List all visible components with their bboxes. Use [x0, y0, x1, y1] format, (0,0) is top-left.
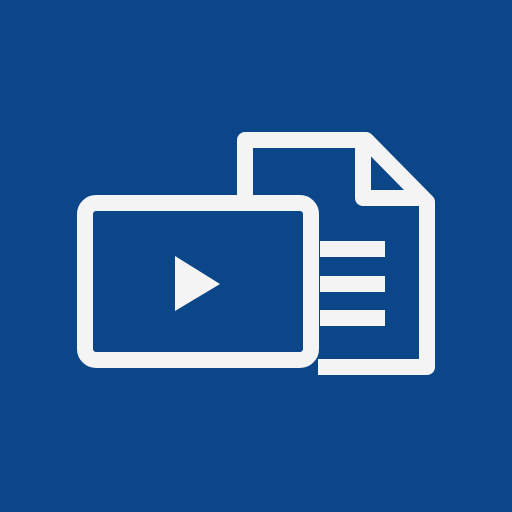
video-player-icon [77, 195, 319, 368]
text-lines-icon [320, 241, 385, 326]
text-line [320, 241, 385, 257]
video-document-icon [0, 0, 512, 512]
text-line [320, 310, 385, 326]
app-icon [0, 0, 512, 512]
text-line [320, 276, 385, 292]
